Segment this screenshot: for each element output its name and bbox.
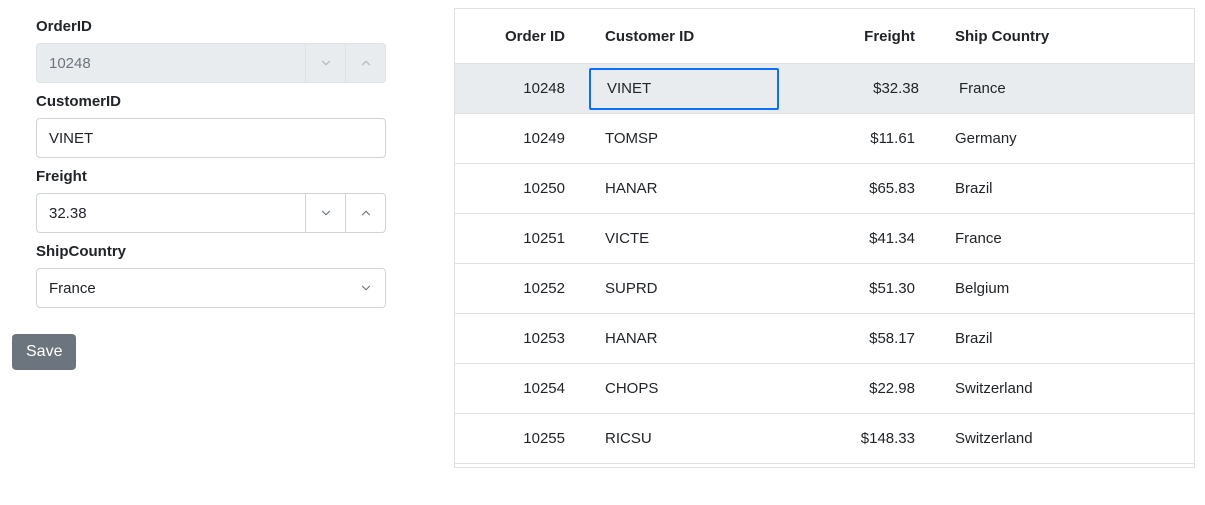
freight-input[interactable] [37, 194, 305, 232]
orderid-spin-down [305, 44, 345, 82]
shipcountry-label: ShipCountry [36, 243, 416, 260]
cell-customerid[interactable]: HANAR [585, 180, 775, 197]
freight-spin-up[interactable] [345, 194, 385, 232]
cell-freight[interactable]: $41.34 [775, 230, 935, 247]
table-row[interactable]: 10250HANAR$65.83Brazil [455, 164, 1194, 214]
cell-shipcountry[interactable]: France [935, 230, 1145, 247]
cell-shipcountry[interactable]: France [939, 80, 1149, 97]
customerid-field[interactable] [36, 118, 386, 158]
chevron-up-icon [359, 206, 373, 220]
orderid-spin-up [345, 44, 385, 82]
freight-field[interactable] [36, 193, 386, 233]
table-row[interactable]: 10255RICSU$148.33Switzerland [455, 414, 1194, 464]
cell-shipcountry[interactable]: Switzerland [935, 380, 1145, 397]
col-orderid[interactable]: Order ID [455, 28, 585, 45]
cell-orderid[interactable]: 10254 [455, 380, 585, 397]
orderid-field [36, 43, 386, 83]
cell-freight[interactable]: $32.38 [779, 80, 939, 97]
shipcountry-input[interactable] [37, 269, 347, 307]
orderid-label: OrderID [36, 18, 416, 35]
col-shipcountry[interactable]: Ship Country [935, 28, 1145, 45]
shipcountry-dropdown-toggle[interactable] [347, 269, 385, 307]
orders-grid: Order ID Customer ID Freight Ship Countr… [454, 8, 1195, 468]
edit-form: OrderID CustomerID Freight ShipCountry [0, 0, 430, 505]
chevron-down-icon [359, 281, 373, 295]
orders-grid-container: Order ID Customer ID Freight Ship Countr… [430, 0, 1205, 505]
cell-orderid[interactable]: 10250 [455, 180, 585, 197]
cell-orderid[interactable]: 10255 [455, 430, 585, 447]
cell-orderid[interactable]: 10252 [455, 280, 585, 297]
chevron-up-icon [359, 56, 373, 70]
cell-freight[interactable]: $148.33 [775, 430, 935, 447]
cell-customerid[interactable]: SUPRD [585, 280, 775, 297]
table-row[interactable]: 10254CHOPS$22.98Switzerland [455, 364, 1194, 414]
cell-customerid[interactable]: RICSU [585, 430, 775, 447]
cell-customerid[interactable]: HANAR [585, 330, 775, 347]
cell-freight[interactable]: $58.17 [775, 330, 935, 347]
orderid-input [37, 44, 305, 82]
cell-orderid[interactable]: 10251 [455, 230, 585, 247]
table-row[interactable]: 10249TOMSP$11.61Germany [455, 114, 1194, 164]
grid-header: Order ID Customer ID Freight Ship Countr… [455, 9, 1194, 64]
table-row[interactable]: 10252SUPRD$51.30Belgium [455, 264, 1194, 314]
grid-body[interactable]: 10248VINET$32.38France10249TOMSP$11.61Ge… [455, 64, 1194, 467]
cell-shipcountry[interactable]: Germany [935, 130, 1145, 147]
table-row[interactable]: 10251VICTE$41.34France [455, 214, 1194, 264]
cell-shipcountry[interactable]: Brazil [935, 180, 1145, 197]
freight-label: Freight [36, 168, 416, 185]
cell-customerid[interactable]: TOMSP [585, 130, 775, 147]
cell-freight[interactable]: $22.98 [775, 380, 935, 397]
cell-freight[interactable]: $51.30 [775, 280, 935, 297]
cell-orderid[interactable]: 10248 [455, 80, 585, 97]
chevron-down-icon [319, 206, 333, 220]
cell-orderid[interactable]: 10249 [455, 130, 585, 147]
cell-customerid[interactable]: VICTE [585, 230, 775, 247]
cell-shipcountry[interactable]: Switzerland [935, 430, 1145, 447]
customerid-input[interactable] [37, 119, 385, 157]
cell-customerid[interactable]: VINET [589, 68, 779, 110]
cell-shipcountry[interactable]: Brazil [935, 330, 1145, 347]
cell-orderid[interactable]: 10253 [455, 330, 585, 347]
cell-shipcountry[interactable]: Belgium [935, 280, 1145, 297]
customerid-label: CustomerID [36, 93, 416, 110]
shipcountry-field[interactable] [36, 268, 386, 308]
freight-spin-down[interactable] [305, 194, 345, 232]
cell-freight[interactable]: $65.83 [775, 180, 935, 197]
col-customerid[interactable]: Customer ID [585, 28, 775, 45]
chevron-down-icon [319, 56, 333, 70]
table-row[interactable]: 10248VINET$32.38France [455, 64, 1194, 114]
col-freight[interactable]: Freight [775, 28, 935, 45]
table-row[interactable]: 10253HANAR$58.17Brazil [455, 314, 1194, 364]
cell-customerid[interactable]: CHOPS [585, 380, 775, 397]
save-button[interactable]: Save [12, 334, 76, 370]
cell-freight[interactable]: $11.61 [775, 130, 935, 147]
